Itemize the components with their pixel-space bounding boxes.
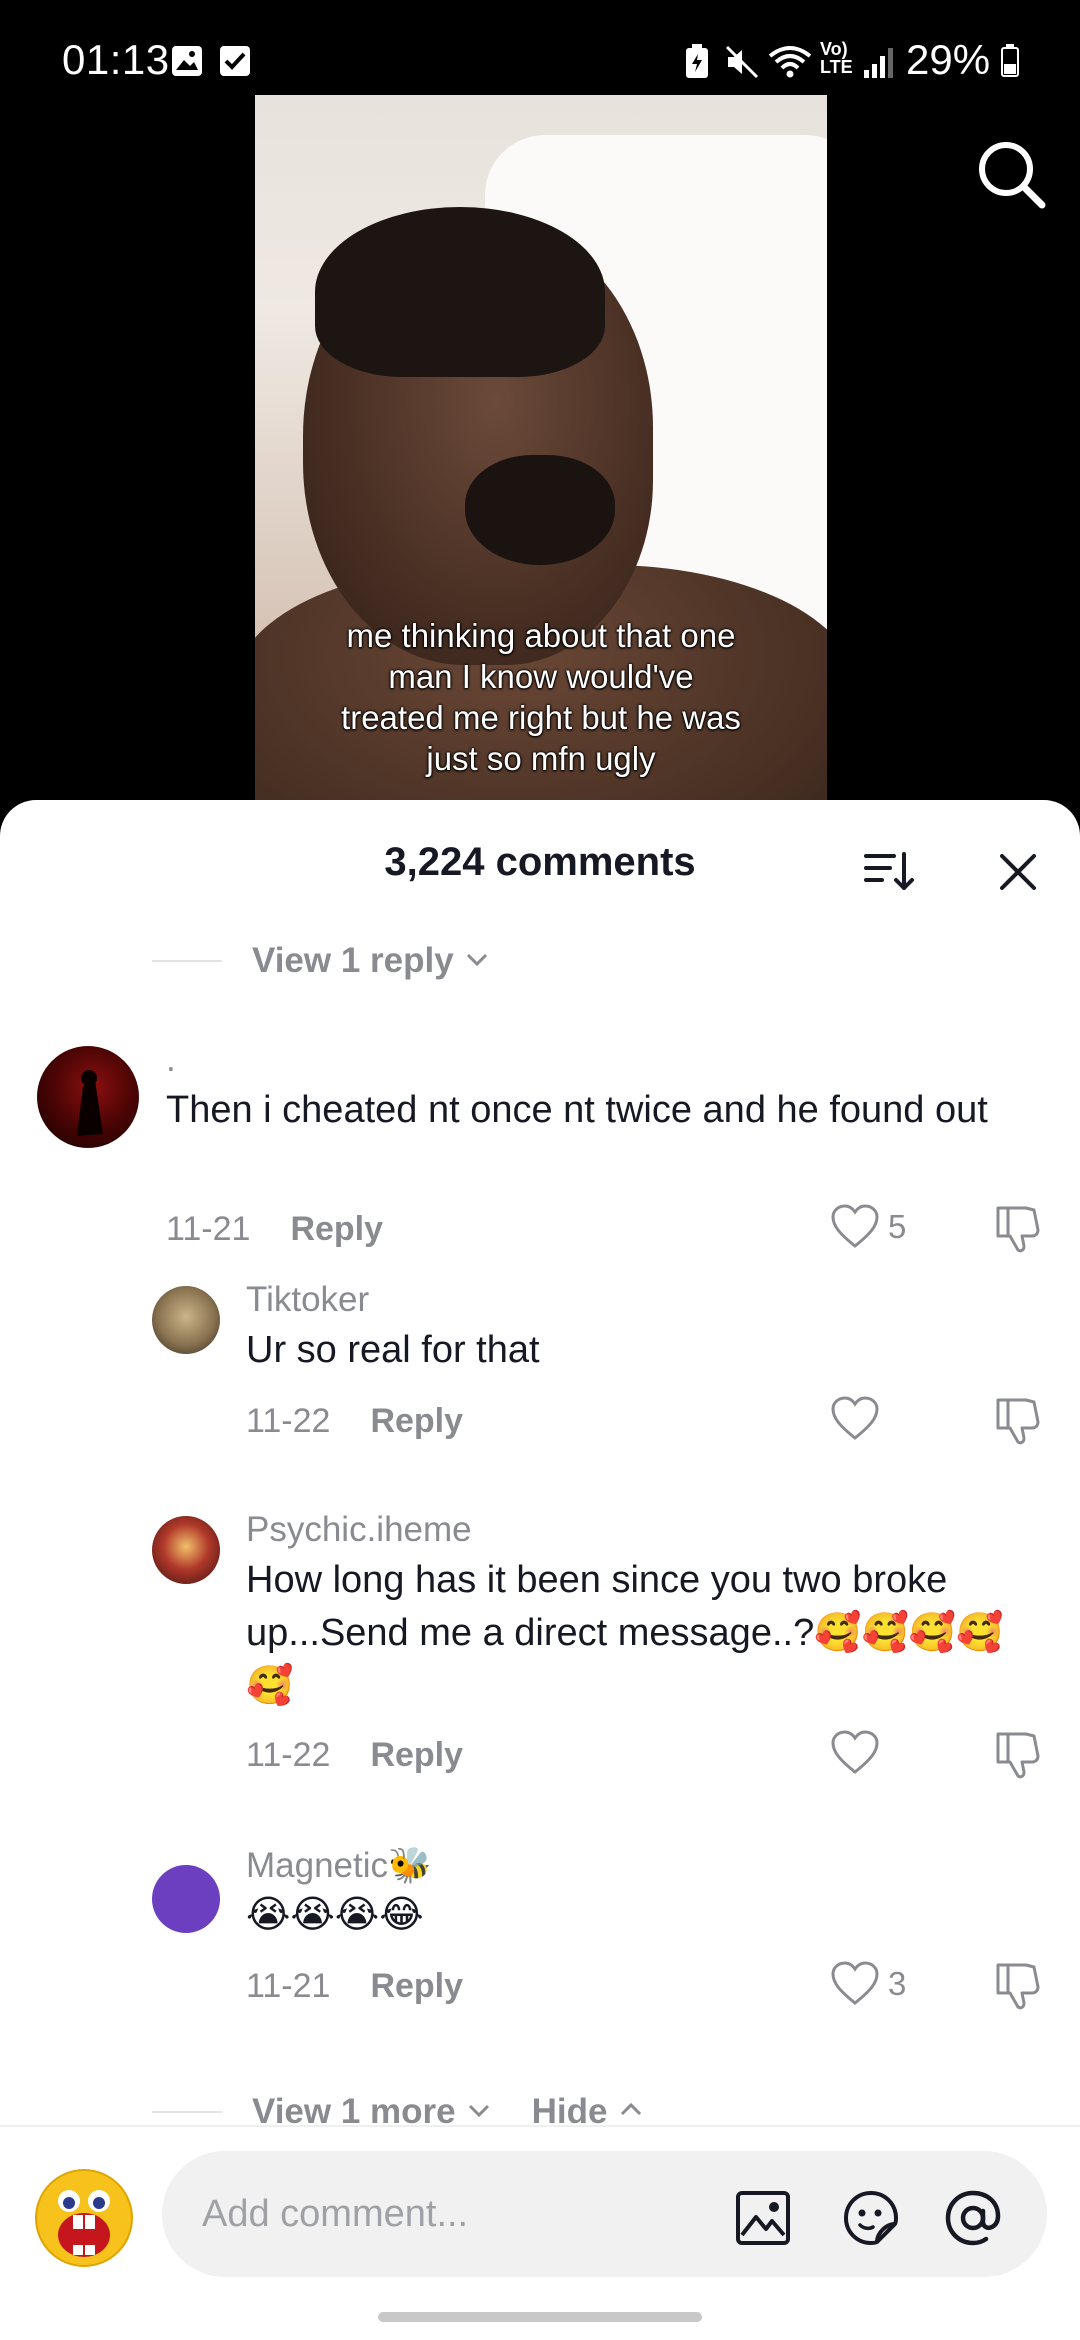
comment-date: 11-22 [246, 1736, 331, 1774]
view-replies-button[interactable]: View 1 reply [152, 936, 490, 986]
dislike-icon[interactable] [992, 1202, 1042, 1259]
comment-meta: 11-22 Reply [246, 1402, 463, 1441]
reply-button[interactable]: Reply [370, 1402, 463, 1440]
avatar[interactable] [152, 1865, 220, 1933]
avatar[interactable] [152, 1516, 220, 1584]
comment-text: 😭😭😭😂 [246, 1894, 424, 1936]
sticker-icon[interactable] [842, 2189, 900, 2247]
video-person-beard [465, 455, 615, 565]
like-button[interactable]: 5 [830, 1204, 906, 1250]
like-button[interactable] [830, 1730, 888, 1776]
comment-date: 11-22 [246, 1402, 331, 1440]
video-caption: me thinking about that one man I know wo… [255, 615, 827, 779]
caption-line: me thinking about that one [346, 617, 736, 654]
search-icon[interactable] [972, 135, 1052, 215]
close-icon[interactable] [990, 844, 1046, 900]
comment-item: . Then i cheated nt once nt twice and he… [0, 1040, 1080, 1260]
dislike-icon[interactable] [992, 1959, 1042, 2016]
comment-username[interactable]: Tiktoker [246, 1280, 369, 1320]
mute-icon [724, 44, 760, 85]
reply-button[interactable]: Reply [370, 1736, 463, 1774]
image-icon[interactable] [734, 2189, 792, 2247]
heart-icon [831, 1396, 879, 1440]
comment-username[interactable]: Psychic.iheme [246, 1510, 472, 1550]
status-bar: 01:13 Vo) LTE 29% [0, 0, 1080, 110]
reply-item: Psychic.iheme How long has it been since… [0, 1510, 1080, 1790]
divider [152, 960, 222, 962]
comment-input-container[interactable] [162, 2151, 1047, 2277]
video-player[interactable]: me thinking about that one man I know wo… [0, 95, 1080, 825]
signal-icon [862, 44, 898, 85]
wifi-icon [768, 44, 812, 85]
battery-icon [1000, 44, 1020, 83]
status-time: 01:13 [62, 36, 170, 83]
divider [152, 2111, 222, 2113]
like-count: 3 [888, 1965, 907, 2002]
comment-username[interactable]: Magnetic🐝 [246, 1845, 432, 1886]
check-notification-icon [218, 44, 252, 83]
caption-line: man I know would've [388, 658, 694, 695]
heart-icon [831, 1730, 879, 1774]
dislike-icon[interactable] [992, 1394, 1042, 1451]
comment-date: 11-21 [166, 1210, 251, 1248]
battery-percent: 29% [906, 36, 991, 83]
view-replies-label: View 1 reply [252, 941, 454, 980]
reply-button[interactable]: Reply [370, 1967, 463, 2005]
like-button[interactable] [830, 1396, 888, 1442]
comment-meta: 11-21 Reply [246, 1967, 463, 2006]
volte-icon: Vo) LTE [820, 39, 853, 77]
comments-sheet: 3,224 comments View 1 reply . Then i che… [0, 800, 1080, 2340]
heart-icon [831, 1961, 879, 2005]
mention-icon[interactable] [944, 2189, 1002, 2247]
reply-item: Tiktoker Ur so real for that 11-22 Reply [0, 1280, 1080, 1460]
video-person-hair [315, 207, 605, 377]
video-frame[interactable]: me thinking about that one man I know wo… [255, 95, 827, 815]
comment-text: Then i cheated nt once nt twice and he f… [166, 1089, 988, 1131]
comment-input[interactable] [202, 2181, 682, 2247]
reply-button[interactable]: Reply [290, 1210, 383, 1248]
comment-text: Ur so real for that [246, 1329, 540, 1371]
emoji-face-icon[interactable] [33, 2167, 135, 2269]
comments-count-title: 3,224 comments [384, 840, 696, 884]
comment-text: How long has it been since you two broke… [246, 1559, 1004, 1707]
sort-icon[interactable] [860, 844, 916, 900]
comments-header: 3,224 comments [0, 800, 1080, 920]
comment-meta: 11-21 Reply [166, 1210, 383, 1249]
comment-username[interactable]: . [166, 1040, 176, 1080]
reply-item: Magnetic🐝 😭😭😭😂 11-21 Reply 3 [0, 1845, 1080, 2025]
comment-meta: 11-22 Reply [246, 1736, 463, 1775]
caption-line: just so mfn ugly [426, 740, 656, 777]
caption-line: treated me right but he was [341, 699, 741, 736]
comment-date: 11-21 [246, 1967, 331, 2005]
avatar[interactable] [152, 1286, 220, 1354]
dislike-icon[interactable] [992, 1728, 1042, 1785]
gallery-notification-icon [170, 44, 204, 83]
chevron-down-icon [464, 946, 490, 977]
like-count: 5 [888, 1208, 907, 1245]
heart-icon [831, 1204, 879, 1248]
battery-saver-icon [684, 44, 710, 85]
comment-input-bar [0, 2125, 1080, 2340]
like-button[interactable]: 3 [830, 1961, 906, 2007]
home-indicator[interactable] [378, 2312, 702, 2322]
avatar[interactable] [37, 1046, 139, 1148]
